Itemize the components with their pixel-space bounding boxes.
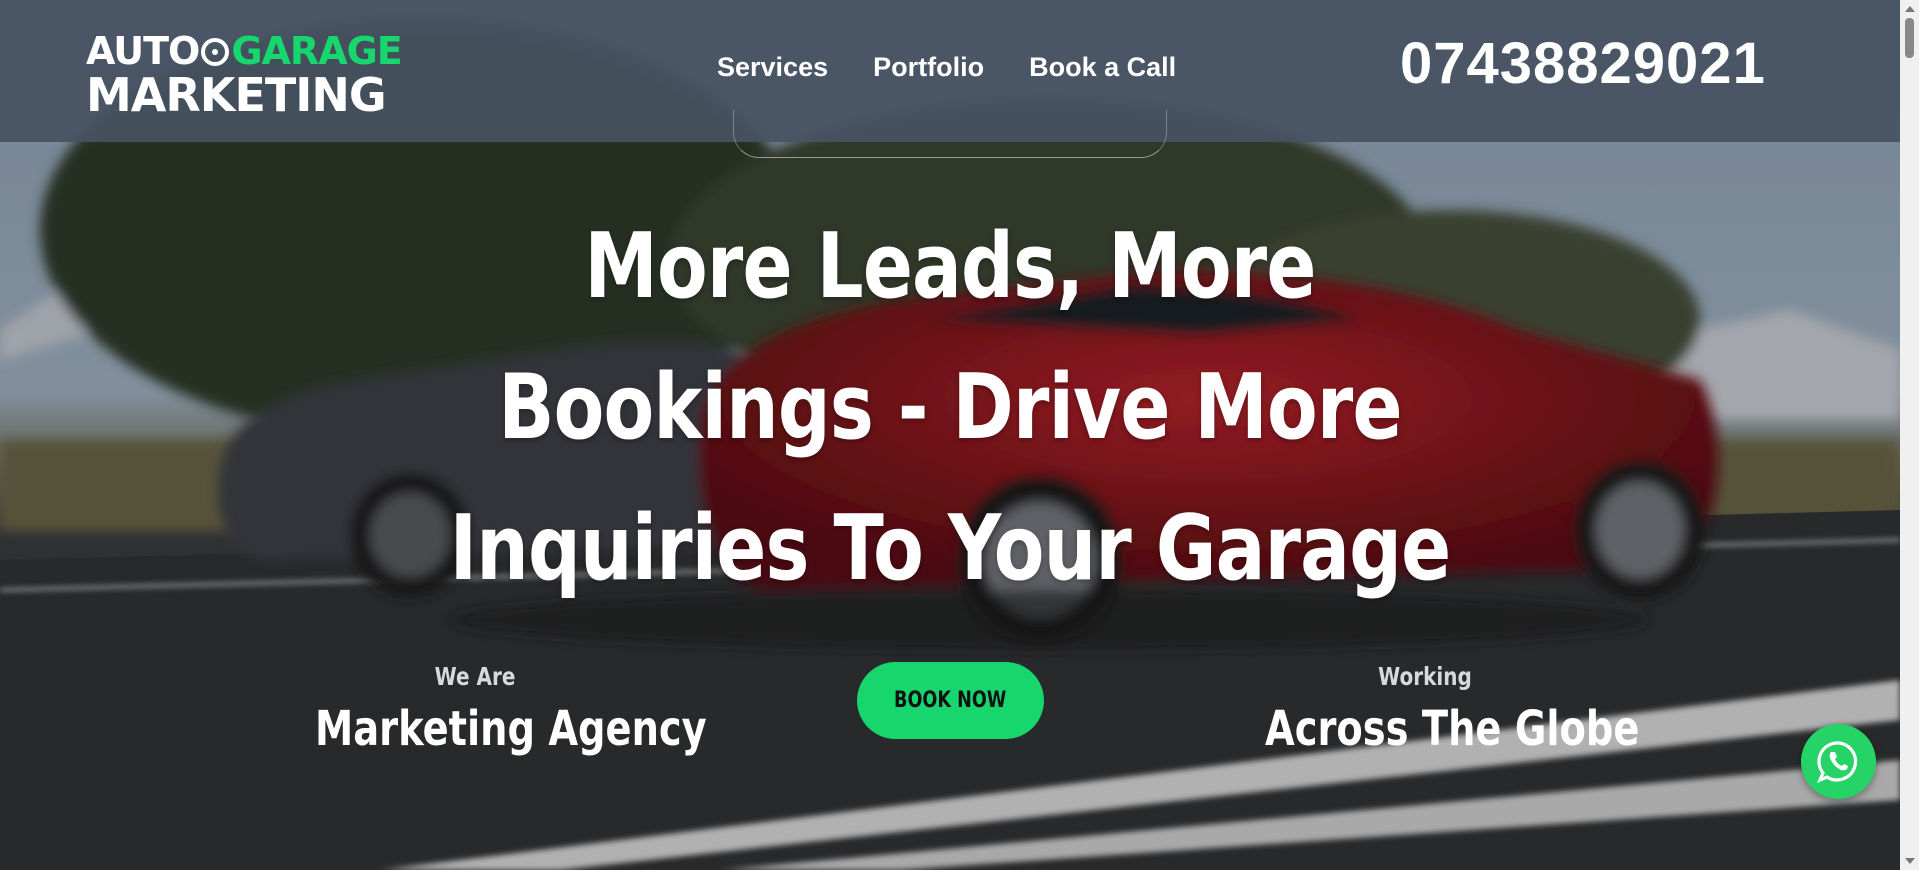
we-are-label: We Are — [434, 662, 516, 691]
headline-line-3: Inquiries To Your Garage — [449, 496, 1452, 601]
whatsapp-icon — [1817, 741, 1858, 783]
scrollbar-thumb[interactable] — [1905, 18, 1914, 58]
logo-word-auto: AUTO — [86, 29, 200, 73]
we-are-stat: We Are Marketing Agency — [275, 662, 707, 757]
working-label: Working — [1378, 662, 1472, 691]
book-now-label: BOOK NOW — [894, 688, 1007, 713]
page-scrollbar[interactable] — [1900, 0, 1919, 870]
logo-word-garage: GARAGE — [231, 29, 402, 73]
working-stat: Working Across The Globe — [1225, 662, 1640, 757]
nav-portfolio-link[interactable]: Portfolio — [873, 52, 984, 83]
scroll-down-arrow-icon[interactable] — [1905, 858, 1915, 864]
headline-line-1: More Leads, More — [584, 214, 1316, 319]
hero-headline: More Leads, More Bookings - Drive More I… — [442, 196, 1459, 619]
phone-number[interactable]: 07438829021 — [1400, 30, 1766, 97]
nav-services-link[interactable]: Services — [717, 52, 828, 83]
nav-book-a-call-link[interactable]: Book a Call — [1029, 52, 1176, 83]
site-logo[interactable]: AUTO GARAGE MARKETING — [86, 29, 403, 118]
main-nav: Services Portfolio Book a Call — [717, 52, 1221, 83]
across-the-globe-text: Across The Globe — [1265, 701, 1640, 757]
book-now-button[interactable]: BOOK NOW — [857, 662, 1044, 739]
decorative-outline — [733, 110, 1167, 158]
scroll-up-arrow-icon[interactable] — [1905, 6, 1915, 12]
whatsapp-button[interactable] — [1801, 724, 1876, 799]
wheel-icon — [201, 38, 230, 66]
marketing-agency-text: Marketing Agency — [315, 701, 707, 757]
headline-line-2: Bookings - Drive More — [498, 355, 1402, 460]
logo-word-marketing: MARKETING — [86, 68, 387, 122]
